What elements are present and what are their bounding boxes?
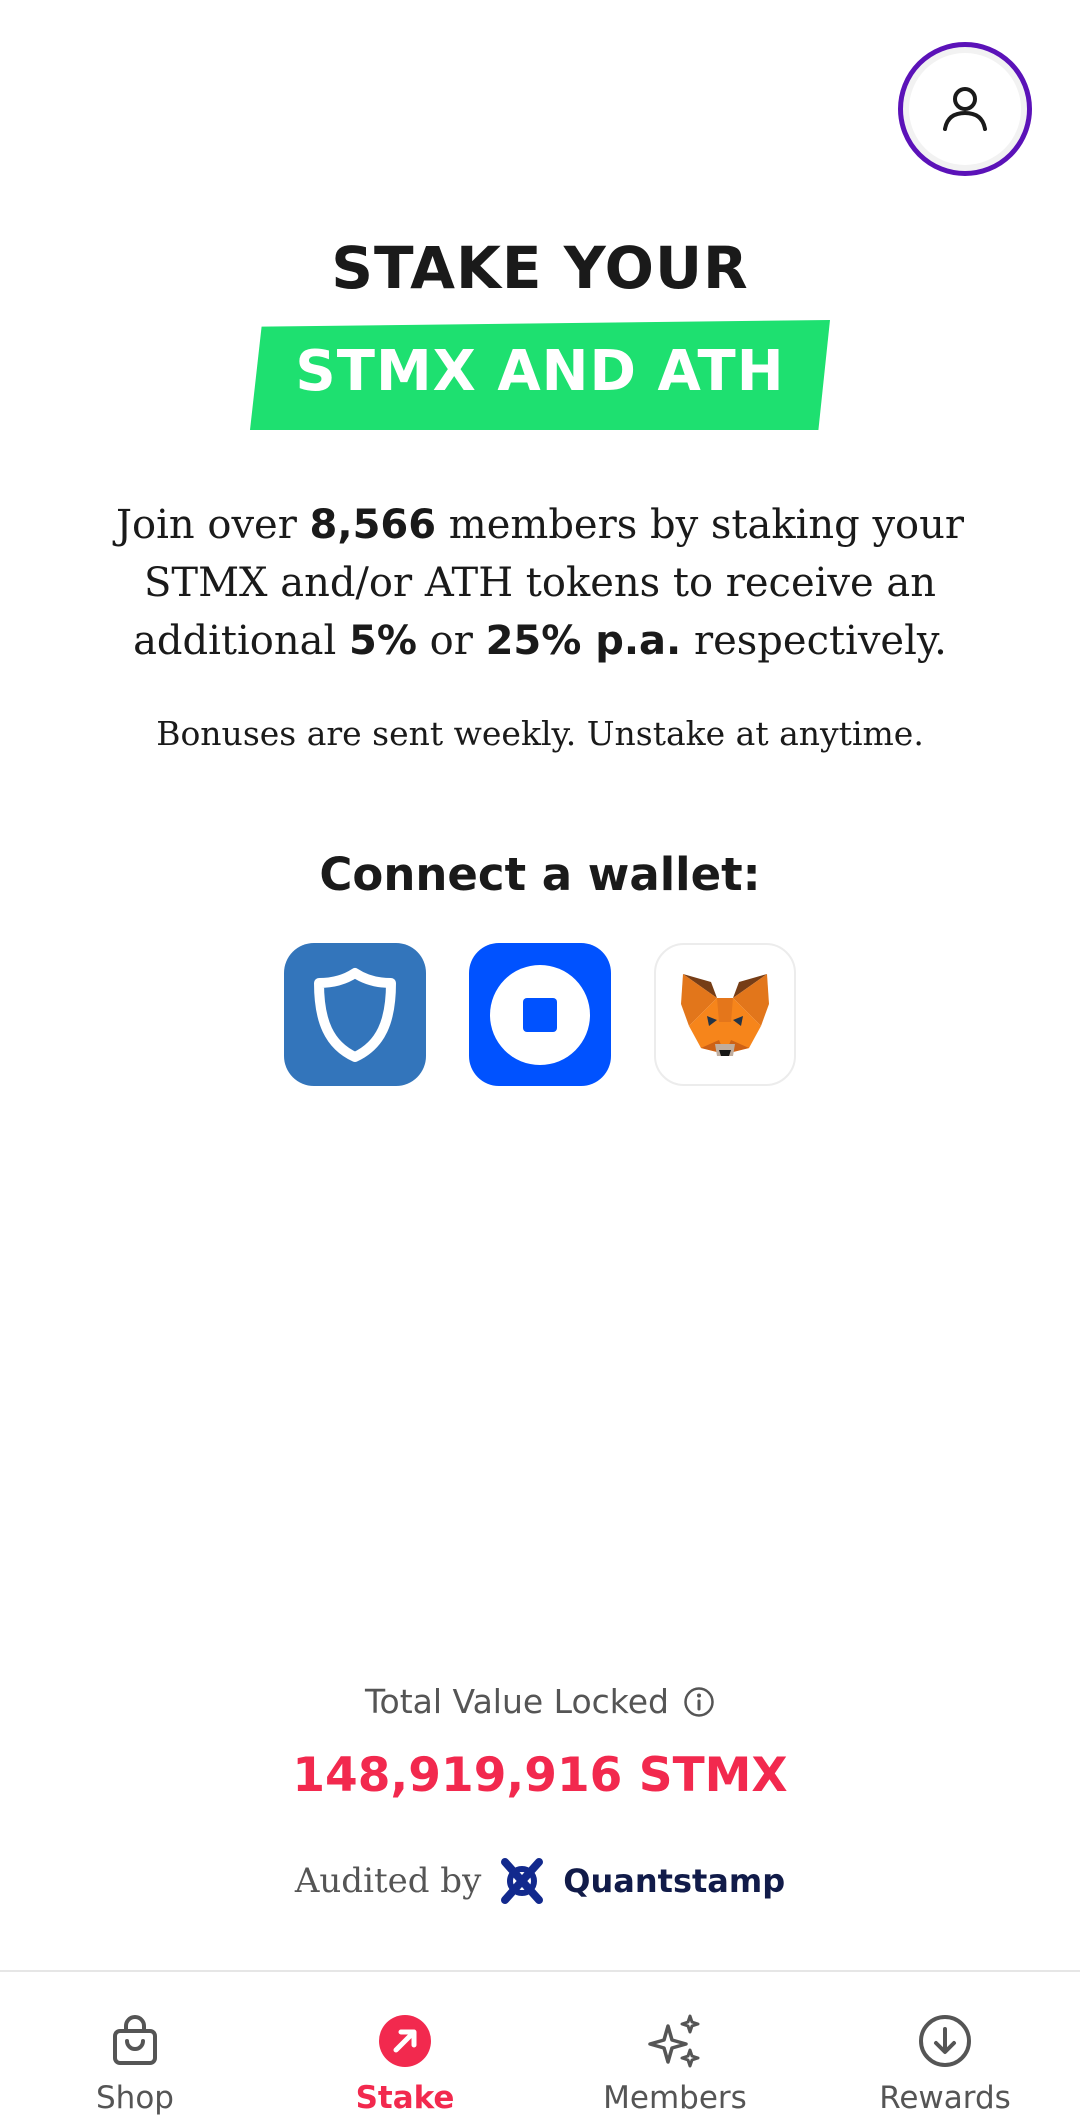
intro-part: or (416, 618, 486, 664)
sparkles-icon (646, 2012, 704, 2070)
intro-part: Join over (115, 502, 310, 548)
stake-page: STAKE YOUR STMX AND ATH Join over 8,566 … (0, 0, 1080, 2127)
auditor-name: Quantstamp (563, 1862, 786, 1900)
trust-wallet-button[interactable] (284, 943, 426, 1086)
tab-rewards[interactable]: Rewards (810, 1972, 1080, 2127)
stmx-rate: 5% (349, 618, 417, 664)
stake-arrow-icon (376, 2012, 434, 2070)
profile-button[interactable] (898, 42, 1032, 176)
download-circle-icon (916, 2012, 974, 2070)
tvl-label-row: Total Value Locked (0, 1682, 1080, 1721)
members-count: 8,566 (309, 502, 437, 548)
intro-part: respectively. (681, 618, 947, 664)
tab-label: Rewards (879, 2080, 1011, 2116)
metamask-wallet-button[interactable] (654, 943, 796, 1086)
trust-shield-icon (314, 967, 396, 1062)
audit-badge: Audited by Quantstamp (0, 1856, 1080, 1906)
audited-label: Audited by (294, 1861, 482, 1901)
connect-wallet-title: Connect a wallet: (319, 848, 761, 901)
bonus-note: Bonuses are sent weekly. Unstake at anyt… (156, 714, 924, 753)
headline: STAKE YOUR (331, 234, 749, 302)
metamask-fox-icon (681, 973, 769, 1056)
tab-shop[interactable]: Shop (0, 1972, 270, 2127)
ath-rate: 25% p.a. (485, 618, 682, 664)
quantstamp-logo-icon (501, 1858, 544, 1904)
tvl-value: 148,919,916 STMX (292, 1748, 788, 1803)
tab-label: Shop (96, 2080, 174, 2116)
headline-highlight: STMX AND ATH (250, 320, 830, 430)
tab-label: Members (603, 2080, 747, 2116)
coinbase-icon (490, 964, 590, 1065)
tab-stake[interactable]: Stake (270, 1972, 540, 2127)
coinbase-wallet-button[interactable] (469, 943, 611, 1086)
info-icon[interactable] (683, 1686, 715, 1718)
shopping-bag-icon (106, 2012, 164, 2070)
tvl-label: Total Value Locked (365, 1682, 669, 1721)
headline-highlight-text: STMX AND ATH (295, 339, 785, 404)
user-icon (943, 87, 987, 131)
tab-members[interactable]: Members (540, 1972, 810, 2127)
wallet-options (284, 943, 796, 1086)
bottom-tab-bar: Shop Stake Members Rewards (0, 1970, 1080, 2127)
intro-text: Join over 8,566 members by staking your … (60, 496, 1020, 670)
tab-label: Stake (355, 2080, 455, 2116)
